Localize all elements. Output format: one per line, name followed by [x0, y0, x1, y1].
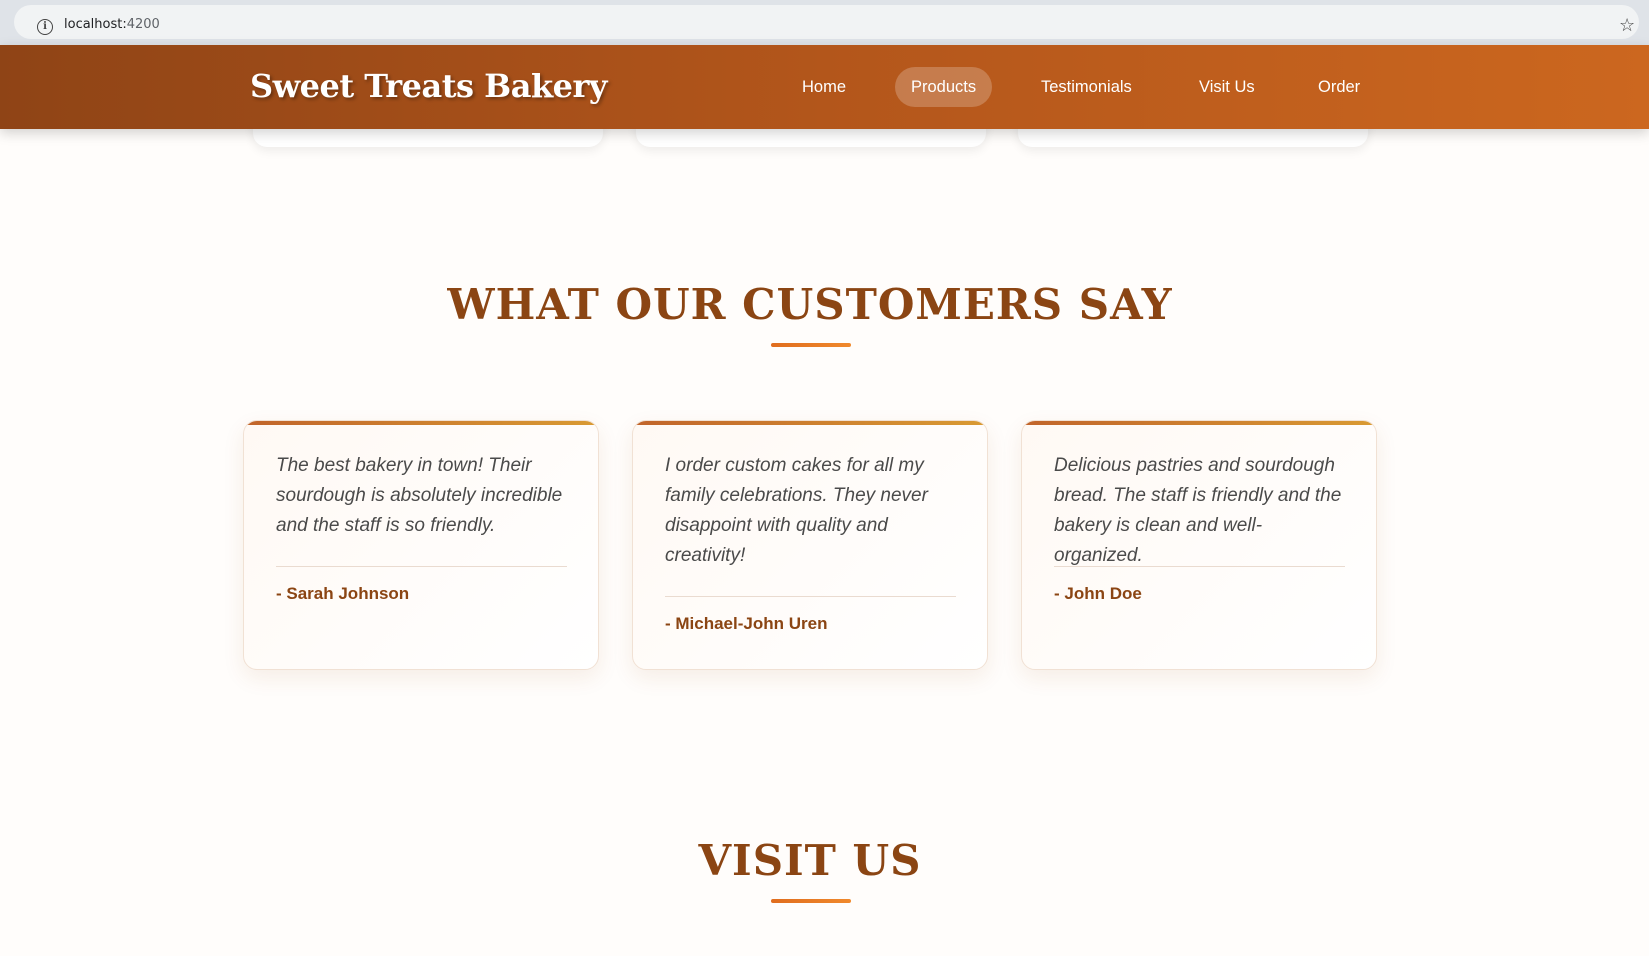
testimonial-author: - John Doe	[1054, 584, 1142, 603]
bookmark-star-icon[interactable]: ☆	[1619, 15, 1635, 36]
address-bar[interactable]: i localhost:4200 ☆	[14, 5, 1639, 39]
url-text[interactable]: localhost:4200	[64, 17, 160, 32]
testimonials-heading: WHAT OUR CUSTOMERS SAY	[447, 280, 1173, 329]
card-divider	[665, 596, 956, 597]
nav-order[interactable]: Order	[1302, 67, 1376, 107]
testimonial-quote: I order custom cakes for all my family c…	[665, 455, 928, 566]
testimonial-card: The best bakery in town! Their sourdough…	[243, 420, 599, 670]
browser-toolbar: i localhost:4200 ☆	[0, 0, 1649, 45]
site-header: Sweet Treats Bakery Home Products Testim…	[0, 45, 1649, 129]
url-host: localhost:	[64, 17, 127, 32]
nav-home[interactable]: Home	[786, 67, 862, 107]
testimonial-card: Delicious pastries and sourdough bread. …	[1021, 420, 1377, 670]
url-port: 4200	[126, 17, 160, 32]
site-info-icon[interactable]: i	[37, 19, 53, 35]
heading-underline	[771, 343, 851, 347]
visit-us-heading: VISIT US	[698, 836, 922, 885]
heading-underline	[771, 899, 851, 903]
testimonial-author: - Sarah Johnson	[276, 584, 410, 603]
testimonial-author: - Michael-John Uren	[665, 614, 828, 633]
card-divider	[1054, 566, 1345, 567]
card-divider	[276, 566, 567, 567]
nav-visit-us[interactable]: Visit Us	[1183, 67, 1271, 107]
testimonial-card: I order custom cakes for all my family c…	[632, 420, 988, 670]
testimonial-quote: The best bakery in town! Their sourdough…	[276, 455, 563, 536]
nav-products[interactable]: Products	[895, 67, 993, 107]
nav-testimonials[interactable]: Testimonials	[1025, 67, 1148, 107]
site-logo[interactable]: Sweet Treats Bakery	[250, 67, 607, 105]
testimonial-quote: Delicious pastries and sourdough bread. …	[1054, 455, 1342, 566]
